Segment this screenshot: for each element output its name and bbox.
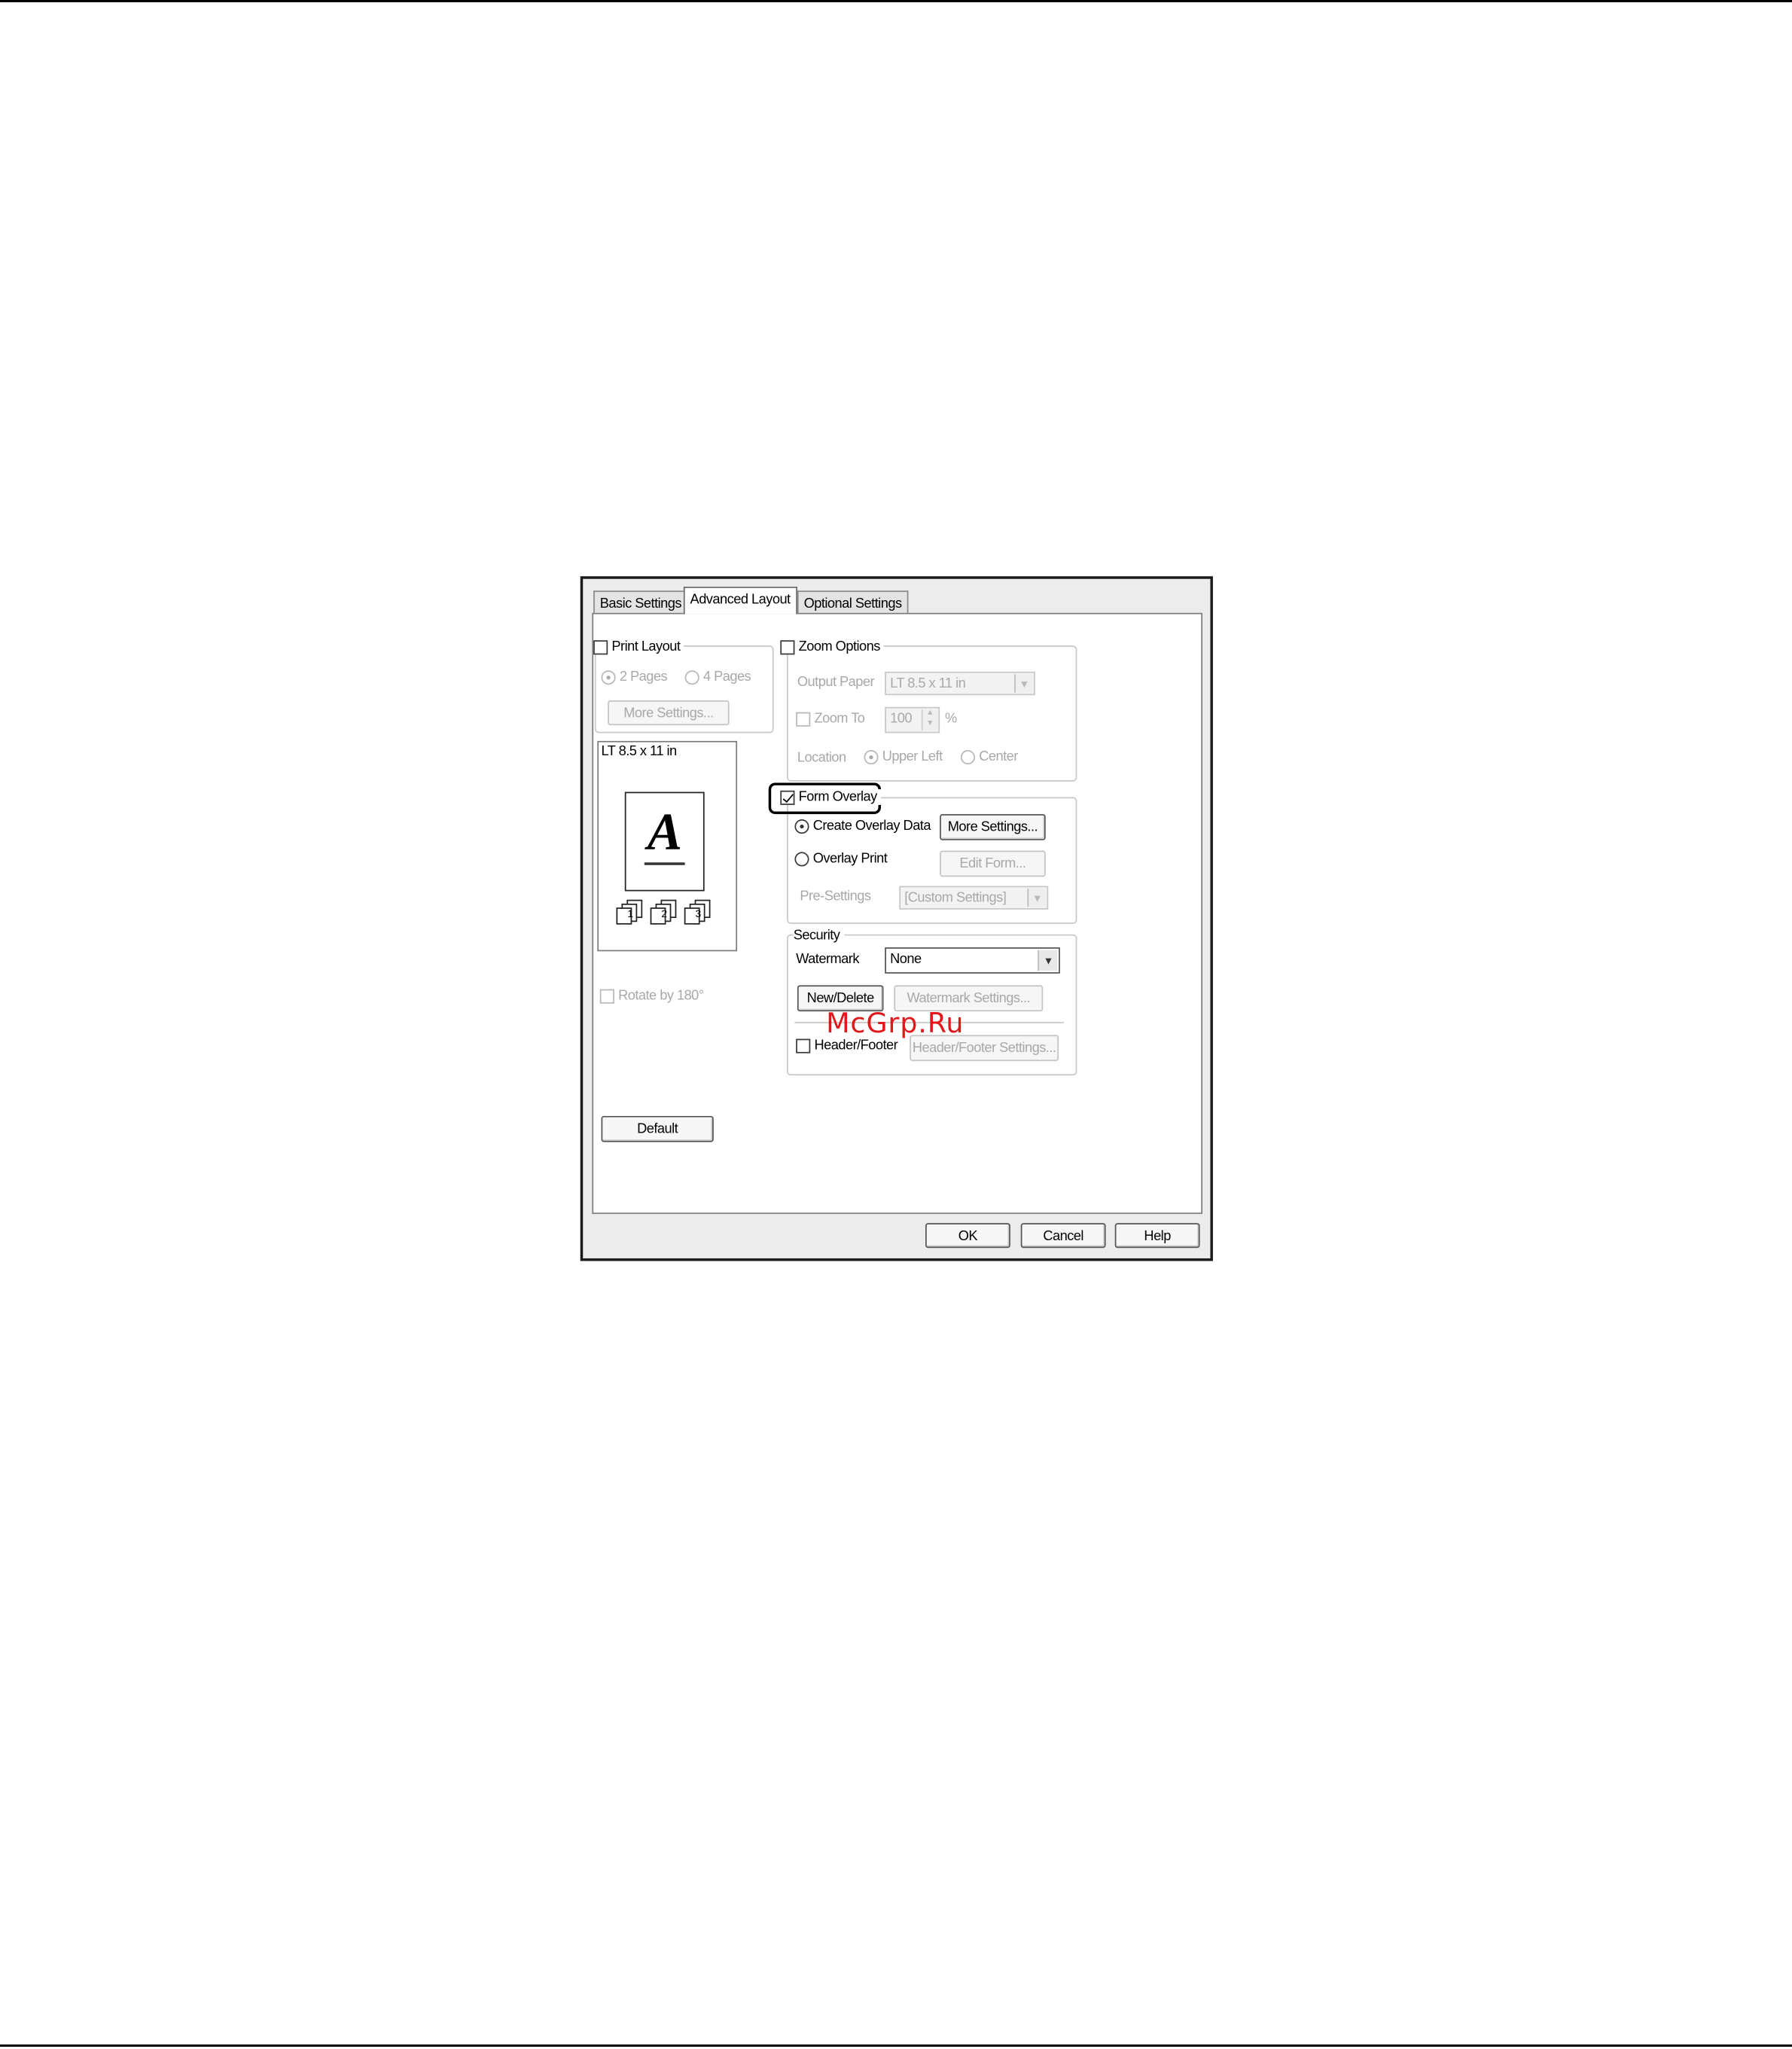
output-paper-value: LT 8.5 x 11 in — [890, 675, 966, 691]
collate-page-3-number: 3 — [695, 908, 701, 920]
ok-button[interactable]: OK — [925, 1223, 1010, 1249]
two-pages-radio[interactable] — [601, 669, 616, 685]
rotate-option[interactable]: Rotate by 180° — [599, 987, 704, 1004]
header-footer-checkbox[interactable] — [796, 1038, 811, 1053]
overlay-print-option[interactable]: Overlay Print — [794, 850, 888, 867]
create-overlay-label: Create Overlay Data — [812, 818, 931, 834]
zoom-options-legend[interactable]: Zoom Options — [780, 639, 885, 655]
watermark-label: Watermark — [796, 951, 859, 968]
zoom-to-option[interactable]: Zoom To — [796, 711, 865, 727]
output-paper-select[interactable]: LT 8.5 x 11 in ▼ — [885, 671, 1035, 696]
upper-left-radio[interactable] — [864, 749, 879, 764]
zoom-to-label: Zoom To — [814, 711, 865, 727]
pre-settings-label: Pre-Settings — [800, 889, 871, 904]
center-label: Center — [979, 749, 1018, 765]
form-overlay-label: Form Overlay — [798, 789, 878, 805]
rotate-label: Rotate by 180° — [618, 987, 704, 1004]
security-label: Security — [793, 928, 840, 944]
overlay-print-radio[interactable] — [794, 851, 809, 866]
preview-paper-label: LT 8.5 x 11 in — [601, 743, 678, 760]
header-footer-option[interactable]: Header/Footer — [796, 1038, 898, 1053]
security-legend: Security — [793, 928, 844, 944]
create-overlay-option[interactable]: Create Overlay Data — [794, 818, 931, 834]
output-paper-label: Output Paper — [797, 674, 875, 691]
header-footer-label: Header/Footer — [814, 1037, 898, 1053]
form-overlay-checkbox[interactable] — [780, 789, 795, 805]
pre-settings-select[interactable]: [Custom Settings] ▼ — [899, 886, 1049, 910]
print-layout-legend[interactable]: Print Layout — [593, 639, 684, 655]
center-radio[interactable] — [960, 749, 975, 764]
chevron-down-icon: ▼ — [1038, 950, 1058, 971]
form-overlay-legend[interactable]: Form Overlay — [780, 789, 881, 805]
chevron-down-icon: ▼ — [1027, 889, 1046, 907]
help-button[interactable]: Help — [1114, 1223, 1200, 1249]
overlay-print-label: Overlay Print — [812, 850, 888, 867]
watermark-select[interactable]: None ▼ — [885, 947, 1060, 974]
collate-page-2-number: 2 — [661, 908, 667, 920]
four-pages-radio[interactable] — [684, 669, 699, 685]
collate-page-2-icon: 2 — [650, 899, 678, 925]
two-pages-option[interactable]: 2 Pages — [601, 669, 668, 685]
zoom-options-label: Zoom Options — [798, 639, 881, 655]
print-layout-more-settings-button[interactable]: More Settings... — [608, 700, 730, 726]
preview-letter: A — [647, 802, 682, 861]
preview-letter-underline — [644, 862, 685, 865]
upper-left-label: Upper Left — [882, 749, 943, 765]
zoom-spinner[interactable]: ▲ ▼ — [921, 709, 937, 731]
zoom-options-checkbox[interactable] — [780, 639, 795, 654]
collate-page-3-icon: 3 — [684, 899, 712, 925]
rotate-checkbox[interactable] — [599, 988, 614, 1003]
location-upper-left-option[interactable]: Upper Left — [864, 749, 943, 765]
watermark-value: None — [890, 951, 922, 968]
zoom-percent-input[interactable]: 100 ▲ ▼ — [885, 706, 940, 733]
zoom-to-checkbox[interactable] — [796, 711, 811, 726]
pre-settings-value: [Custom Settings] — [904, 889, 1007, 906]
two-pages-label: 2 Pages — [619, 669, 668, 685]
site-watermark-text: McGrp.Ru — [826, 1007, 965, 1039]
overlay-more-settings-button[interactable]: More Settings... — [940, 814, 1046, 840]
default-button[interactable]: Default — [601, 1115, 714, 1142]
cancel-button[interactable]: Cancel — [1020, 1223, 1106, 1249]
edit-form-button[interactable]: Edit Form... — [940, 850, 1046, 877]
preview-page: A — [624, 791, 705, 892]
zoom-percent-value: 100 — [890, 711, 913, 727]
create-overlay-radio[interactable] — [794, 819, 809, 834]
collate-page-1-number: 1 — [627, 908, 633, 920]
percent-sign: % — [945, 711, 957, 727]
chevron-down-icon: ▼ — [1014, 674, 1033, 693]
four-pages-label: 4 Pages — [702, 669, 751, 685]
four-pages-option[interactable]: 4 Pages — [684, 669, 751, 685]
print-layout-checkbox[interactable] — [593, 639, 608, 654]
collate-page-1-icon: 1 — [616, 899, 645, 925]
location-center-option[interactable]: Center — [960, 749, 1018, 765]
location-label: Location — [797, 750, 846, 766]
print-layout-label: Print Layout — [611, 639, 681, 655]
